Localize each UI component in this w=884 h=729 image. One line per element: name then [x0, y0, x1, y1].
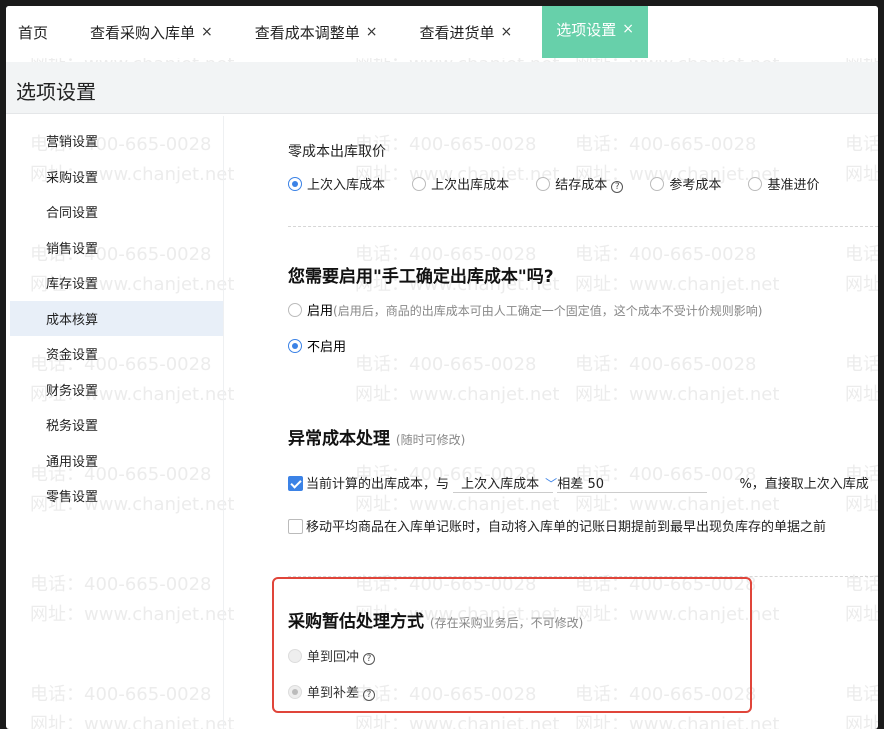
tab-label: 选项设置: [556, 20, 617, 39]
option-label: 单到回冲: [307, 650, 360, 665]
radio-icon: [288, 649, 302, 663]
sidebar-item-costing[interactable]: 成本核算: [10, 300, 223, 336]
section-title: 采购暂估处理方式: [288, 612, 424, 632]
row-text: 移动平均商品在入库单记账时，自动将入库单的记账日期提前到最早出现负库存的单据之前: [306, 520, 827, 535]
backdate-checkbox[interactable]: [288, 519, 303, 534]
radio-disable[interactable]: 不启用: [288, 336, 346, 355]
abnormal-threshold-checkbox[interactable]: [288, 476, 303, 491]
option-label: 上次出库成本: [431, 178, 510, 193]
option-label: 不启用: [307, 340, 347, 355]
close-icon[interactable]: ×: [622, 21, 634, 37]
sidebar-item-funds[interactable]: 资金设置: [10, 336, 223, 372]
abnormal-row-1: 当前计算的出库成本，与 上次入库成本 ﹀ 相差 50 %，直接取上次入库成: [288, 473, 869, 493]
radio-difference[interactable]: 单到补差?: [288, 682, 376, 701]
tab-bar: 首页 查看采购入库单 × 查看成本调整单 × 查看进货单 × 选项设置 ×: [6, 6, 878, 58]
abnormal-row-2: 移动平均商品在入库单记账时，自动将入库单的记账日期提前到最早出现负库存的单据之前: [288, 516, 826, 535]
tab-label: 查看进货单: [419, 23, 495, 42]
sidebar-item-inventory[interactable]: 库存设置: [10, 265, 223, 301]
radio-icon: [412, 177, 427, 191]
tab-purchase-receipt[interactable]: 查看采购入库单 ×: [78, 6, 225, 58]
abnormal-cost-title: 异常成本处理 (随时可修改): [288, 424, 465, 449]
option-note: (启用后，商品的出库成本可由人工确定一个固定值，这个成本不受计价规则影响): [333, 304, 763, 318]
sidebar-item-general[interactable]: 通用设置: [10, 443, 223, 479]
radio-reference-cost[interactable]: 参考成本: [650, 177, 722, 193]
estimate-title: 采购暂估处理方式 (存在采购业务后，不可修改): [288, 607, 583, 632]
cost-basis-select[interactable]: 上次入库成本 ﹀: [453, 473, 557, 493]
row-text: 当前计算的出库成本，与: [306, 477, 450, 492]
diff-value: 50: [587, 477, 604, 492]
option-label: 结存成本: [555, 178, 608, 193]
select-value: 上次入库成本: [461, 477, 540, 492]
section-title: 异常成本处理: [288, 429, 390, 449]
diff-input[interactable]: 相差 50: [557, 473, 708, 493]
radio-icon: [288, 685, 302, 699]
radio-enable[interactable]: 启用(启用后，商品的出库成本可由人工确定一个固定值，这个成本不受计价规则影响): [288, 300, 762, 319]
tab-label: 查看成本调整单: [254, 23, 360, 42]
radio-base-price[interactable]: 基准进价: [748, 177, 820, 193]
divider: [288, 576, 878, 577]
radio-icon: [650, 177, 665, 191]
option-label: 基准进价: [767, 178, 820, 193]
help-icon[interactable]: ?: [363, 653, 376, 665]
zero-cost-title: 零成本出库取价: [288, 144, 386, 160]
radio-last-outbound-cost[interactable]: 上次出库成本: [412, 177, 510, 193]
tab-cost-adjustment[interactable]: 查看成本调整单 ×: [243, 6, 390, 58]
tab-options-settings[interactable]: 选项设置 ×: [542, 6, 649, 58]
divider: [288, 226, 878, 227]
sidebar-item-finance[interactable]: 财务设置: [10, 372, 223, 408]
radio-balance-cost[interactable]: 结存成本?: [536, 177, 624, 193]
sidebar-item-tax[interactable]: 税务设置: [10, 407, 223, 443]
sidebar-item-marketing[interactable]: 营销设置: [10, 123, 223, 159]
close-icon[interactable]: ×: [501, 24, 513, 40]
radio-icon: [288, 339, 302, 353]
tab-label: 首页: [18, 23, 49, 42]
tab-purchase-order[interactable]: 查看进货单 ×: [408, 6, 525, 58]
option-label: 单到补差: [307, 686, 360, 701]
sidebar: 营销设置 采购设置 合同设置 销售设置 库存设置 成本核算 资金设置 财务设置 …: [10, 116, 224, 729]
diff-label: 相差: [557, 477, 584, 492]
zero-cost-options: 上次入库成本 上次出库成本 结存成本? 参考成本 基准进价: [288, 174, 841, 193]
help-icon[interactable]: ?: [611, 181, 624, 193]
page-title: 选项设置: [16, 80, 96, 104]
tab-label: 查看采购入库单: [90, 23, 196, 42]
manual-cost-title: 您需要启用"手工确定出库成本"吗?: [288, 267, 554, 287]
radio-reversal[interactable]: 单到回冲?: [288, 646, 376, 665]
sidebar-item-sales[interactable]: 销售设置: [10, 230, 223, 266]
tab-home[interactable]: 首页: [6, 6, 60, 58]
settings-panel: 零成本出库取价 上次入库成本 上次出库成本 结存成本? 参考成本 基准进价 您需…: [288, 116, 878, 729]
row-text: %，直接取上次入库成: [739, 477, 869, 492]
option-label: 参考成本: [669, 178, 722, 193]
options-window: 电话：400-665-0028 网址：www.chanjet.net 电话：400-…: [6, 6, 878, 729]
radio-icon: [748, 177, 763, 191]
close-icon[interactable]: ×: [366, 24, 378, 40]
close-icon[interactable]: ×: [201, 24, 213, 40]
section-note: (存在采购业务后，不可修改): [429, 616, 584, 630]
sidebar-item-contract[interactable]: 合同设置: [10, 194, 223, 230]
page-header: 选项设置: [6, 62, 878, 114]
radio-icon: [536, 177, 551, 191]
sidebar-item-purchase[interactable]: 采购设置: [10, 159, 223, 195]
help-icon[interactable]: ?: [363, 689, 376, 701]
option-label: 上次入库成本: [307, 178, 386, 193]
chevron-down-icon: ﹀: [545, 477, 558, 491]
sidebar-item-retail[interactable]: 零售设置: [10, 478, 223, 514]
option-label: 启用: [307, 304, 334, 319]
radio-last-inbound-cost[interactable]: 上次入库成本: [288, 177, 386, 193]
radio-icon: [288, 177, 302, 191]
radio-icon: [288, 303, 302, 317]
section-note: (随时可修改): [395, 433, 466, 447]
